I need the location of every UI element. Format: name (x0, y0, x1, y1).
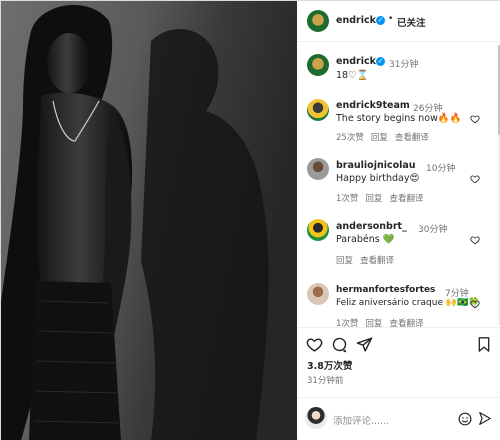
see-translation-button[interactable]: 查看翻译 (395, 133, 429, 143)
post-like-count[interactable]: 3.8万次赞 (307, 358, 352, 372)
comment-like-count[interactable]: 1次赞 (336, 194, 358, 204)
comment-text: Feliz aniversário craque 🙌🇧🇷🍀 (336, 298, 480, 308)
post-side-panel: endrick ✓ • 已关注 endrick ✓ 31分钟 18♡⌛ endr… (298, 1, 500, 440)
post-header: endrick ✓ • 已关注 (298, 1, 500, 42)
reply-button[interactable]: 回复 (336, 256, 353, 266)
verified-badge-icon: ✓ (376, 16, 385, 25)
reply-button[interactable]: 回复 (371, 133, 388, 143)
post-photo[interactable] (1, 1, 297, 440)
comment-like-count[interactable]: 25次赞 (336, 133, 364, 143)
comment-text: Parabéns 💚 (336, 234, 395, 245)
share-icon[interactable] (356, 336, 373, 353)
comment-username[interactable]: brauliojnicolau (336, 160, 416, 171)
comment-avatar[interactable] (307, 219, 329, 241)
comment-username[interactable]: hermanfortesfortes (336, 285, 435, 295)
see-translation-button[interactable]: 查看翻译 (389, 194, 423, 204)
heart-icon[interactable] (470, 235, 480, 245)
comment-meta: 1次赞 回复 查看翻译 (336, 192, 430, 204)
author-avatar[interactable] (307, 10, 329, 32)
verified-badge-icon: ✓ (376, 57, 385, 66)
reply-button[interactable]: 回复 (365, 194, 382, 204)
post-time: 31分钟前 (307, 376, 344, 386)
comment-composer: 添加评论...... (298, 397, 500, 440)
caption-username[interactable]: endrick (336, 56, 376, 67)
caption-avatar[interactable] (307, 54, 329, 76)
author-username[interactable]: endrick (336, 15, 376, 26)
separator-dot: • (388, 14, 394, 24)
comment-meta: 回复 查看翻译 (336, 254, 401, 266)
comment-input[interactable]: 添加评论...... (333, 413, 389, 427)
comment-time: 10分钟 (426, 164, 456, 174)
heart-icon[interactable] (306, 336, 323, 353)
send-icon[interactable] (478, 411, 492, 426)
comment-meta: 25次赞 回复 查看翻译 (336, 131, 436, 143)
heart-icon[interactable] (470, 174, 480, 184)
post-dialog: endrick ✓ • 已关注 endrick ✓ 31分钟 18♡⌛ endr… (0, 0, 500, 440)
caption-time: 31分钟 (389, 60, 419, 70)
photo-illustration (1, 1, 297, 440)
heart-icon[interactable] (470, 114, 480, 124)
see-translation-button[interactable]: 查看翻译 (360, 256, 394, 266)
emoji-icon[interactable] (458, 412, 472, 426)
comment-text: The story begins now🔥🔥 (336, 113, 462, 124)
comment-avatar[interactable] (307, 283, 329, 305)
bookmark-icon[interactable] (476, 336, 492, 353)
user-avatar (305, 407, 327, 429)
following-button[interactable]: 已关注 (397, 15, 426, 29)
caption-text: 18♡⌛ (336, 70, 369, 81)
comment-avatar[interactable] (307, 99, 329, 121)
comment-text: Happy birthday😍 (336, 173, 420, 184)
comment-icon[interactable] (331, 336, 348, 353)
comment-username[interactable]: andersonbrt_ (336, 221, 407, 232)
heart-icon[interactable] (470, 299, 480, 309)
comment-avatar[interactable] (307, 158, 329, 180)
comment-time: 30分钟 (418, 225, 448, 235)
comment-username[interactable]: endrick9team (336, 100, 410, 111)
